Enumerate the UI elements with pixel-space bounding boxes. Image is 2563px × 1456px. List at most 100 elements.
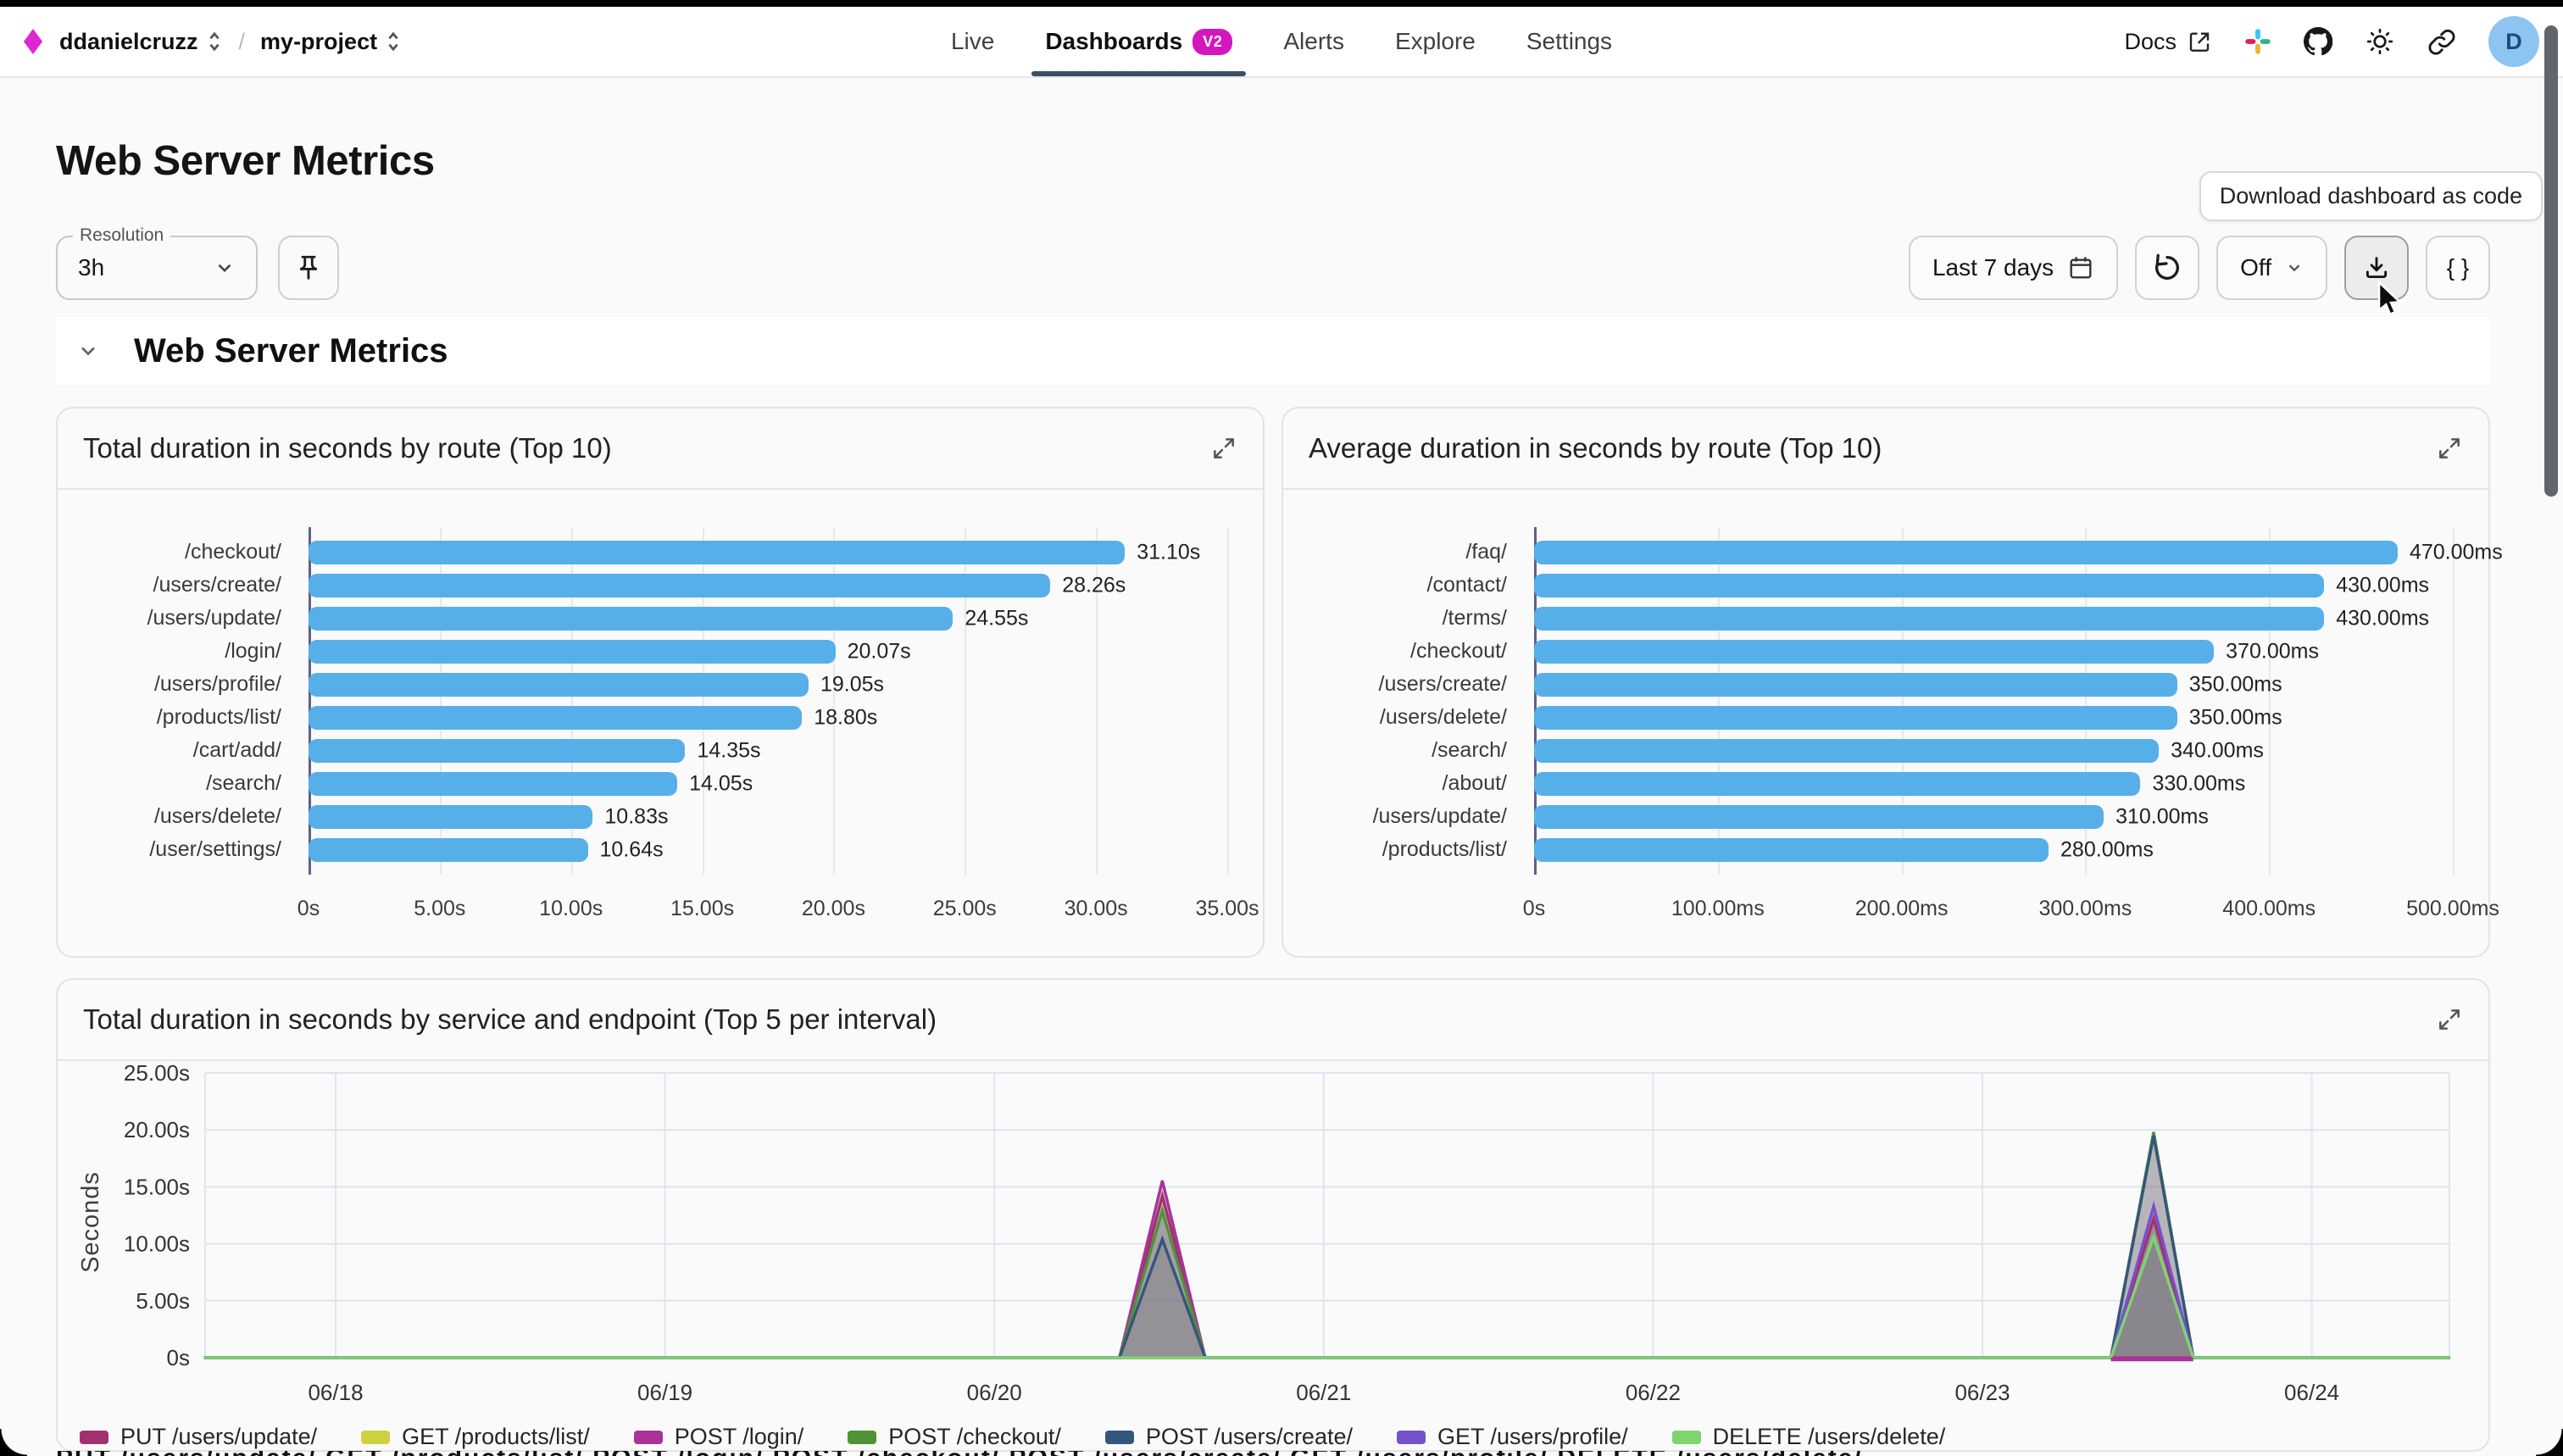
charts-row: Total duration in seconds by route (Top …: [56, 407, 2490, 958]
org-switcher[interactable]: ddanielcruzz: [59, 29, 224, 55]
legend-label: DELETE /users/delete/: [1713, 1424, 1946, 1450]
bar: [309, 541, 1125, 564]
legend-item[interactable]: GET /users/profile/: [1397, 1424, 1628, 1450]
expand-icon[interactable]: [2436, 1006, 2463, 1033]
tab-dashboards[interactable]: DashboardsV2: [1045, 7, 1232, 76]
x-tick-label: 400.00ms: [2222, 897, 2316, 921]
series-area: [204, 1132, 2450, 1358]
logo-icon[interactable]: [24, 29, 42, 54]
nav-actions: Docs D: [2124, 16, 2539, 67]
series-line: [204, 1132, 2450, 1358]
tab-live[interactable]: Live: [951, 7, 994, 76]
series-line: [204, 1206, 2450, 1358]
chart-legend: PUT /users/update/GET /products/list/POS…: [58, 1424, 2488, 1450]
bar-value-label: 350.00ms: [2189, 672, 2282, 697]
legend-label: GET /products/list/: [402, 1424, 590, 1450]
scrollbar-thumb[interactable]: [2544, 25, 2558, 497]
tab-settings[interactable]: Settings: [1526, 7, 1612, 76]
chart-card-duration-by-service-endpoint: Total duration in seconds by service and…: [56, 978, 2490, 1452]
bar-row: /checkout/370.00ms: [1283, 635, 2488, 668]
avatar[interactable]: D: [2488, 16, 2539, 67]
section-collapse-icon[interactable]: [76, 339, 100, 363]
bar-row: /users/delete/10.83s: [58, 800, 1263, 833]
area-chart-canvas: 0s5.00s10.00s15.00s20.00s25.00sSeconds: [58, 1061, 2487, 1376]
y-axis-label: Seconds: [77, 1171, 104, 1273]
resolution-label: Resolution: [73, 225, 170, 246]
x-tick-label: 06/22: [1626, 1380, 1681, 1406]
x-tick-label: 300.00ms: [2038, 897, 2132, 921]
clipped-next-row: PUT /users/update/ GET /products/list/ P…: [56, 1451, 2488, 1456]
area-chart-x-axis: 06/1806/1906/2006/2106/2206/2306/24: [58, 1380, 2488, 1417]
series-line: [204, 1136, 2450, 1358]
legend-item[interactable]: POST /checkout/: [848, 1424, 1061, 1450]
legend-swatch: [1105, 1431, 1134, 1444]
legend-label: GET /users/profile/: [1437, 1424, 1628, 1450]
series-line: [204, 1196, 2450, 1358]
y-tick-label: 0s: [167, 1345, 190, 1370]
legend-label: POST /users/create/: [1146, 1424, 1353, 1450]
code-button[interactable]: { }: [2426, 236, 2490, 300]
bar: [1534, 607, 2324, 631]
x-tick-label: 15.00s: [670, 897, 734, 921]
bar-value-label: 31.10s: [1137, 540, 1200, 564]
slack-icon[interactable]: [2244, 28, 2271, 55]
theme-toggle-icon[interactable]: [2365, 26, 2395, 57]
project-name: my-project: [260, 29, 377, 55]
bar-category-label: /contact/: [1283, 573, 1521, 597]
chevron-down-icon: [2285, 258, 2304, 277]
resolution-select[interactable]: Resolution 3h: [56, 236, 258, 300]
legend-swatch: [80, 1431, 108, 1444]
docs-link[interactable]: Docs: [2124, 29, 2212, 55]
breadcrumb: ddanielcruzz / my-project: [24, 29, 403, 55]
bar-value-label: 24.55s: [965, 606, 1028, 631]
chart-title: Average duration in seconds by route (To…: [1309, 432, 1882, 464]
legend-item[interactable]: POST /login/: [634, 1424, 804, 1450]
x-tick-label: 200.00ms: [1855, 897, 1949, 921]
bar-value-label: 370.00ms: [2226, 639, 2319, 664]
share-link-icon[interactable]: [2427, 27, 2456, 56]
bar-value-label: 20.07s: [848, 639, 911, 664]
x-tick-label: 06/19: [637, 1380, 692, 1406]
tab-alerts[interactable]: Alerts: [1283, 7, 1344, 76]
auto-refresh-select[interactable]: Off: [2216, 236, 2327, 300]
chart-title: Total duration in seconds by route (Top …: [83, 432, 612, 464]
section-header[interactable]: Web Server Metrics: [56, 317, 2490, 385]
bar: [1534, 739, 2159, 763]
x-tick-label: 06/21: [1296, 1380, 1351, 1406]
bar: [1534, 772, 2140, 796]
legend-item[interactable]: POST /users/create/: [1105, 1424, 1353, 1450]
window-top-strip: [0, 0, 2563, 7]
legend-item[interactable]: PUT /users/update/: [80, 1424, 317, 1450]
legend-swatch: [1672, 1431, 1701, 1444]
bar: [309, 607, 953, 631]
github-icon[interactable]: [2304, 27, 2332, 56]
bar-row: /about/330.00ms: [1283, 767, 2488, 800]
x-tick-label: 30.00s: [1065, 897, 1128, 921]
bar: [309, 640, 836, 664]
tab-explore[interactable]: Explore: [1395, 7, 1476, 76]
expand-icon[interactable]: [2436, 435, 2463, 462]
bar-value-label: 10.64s: [600, 837, 664, 862]
window-corner: [0, 1429, 27, 1456]
chart-card-average-duration-by-route: Average duration in seconds by route (To…: [1282, 407, 2490, 958]
expand-icon[interactable]: [1210, 435, 1237, 462]
legend-item[interactable]: DELETE /users/delete/: [1672, 1424, 1946, 1450]
bar-row: /users/delete/350.00ms: [1283, 701, 2488, 734]
chart-card-header: Total duration in seconds by route (Top …: [58, 408, 1263, 490]
y-tick-label: 20.00s: [124, 1117, 190, 1142]
bar-value-label: 430.00ms: [2336, 606, 2429, 631]
bar: [309, 706, 802, 730]
project-switcher[interactable]: my-project: [260, 29, 403, 55]
bar-value-label: 310.00ms: [2115, 804, 2209, 829]
bar-category-label: /checkout/: [58, 540, 295, 564]
bar-row: /products/list/280.00ms: [1283, 833, 2488, 866]
refresh-button[interactable]: [2135, 236, 2199, 300]
bar-value-label: 280.00ms: [2060, 837, 2154, 862]
section-title: Web Server Metrics: [134, 332, 448, 370]
time-range-button[interactable]: Last 7 days: [1909, 236, 2118, 300]
top-nav: ddanielcruzz / my-project Live Dashboard…: [0, 7, 2563, 78]
legend-item[interactable]: GET /products/list/: [361, 1424, 590, 1450]
bar: [1534, 541, 2398, 564]
chart-card-total-duration-by-route: Total duration in seconds by route (Top …: [56, 407, 1265, 958]
pin-button[interactable]: [278, 236, 339, 300]
